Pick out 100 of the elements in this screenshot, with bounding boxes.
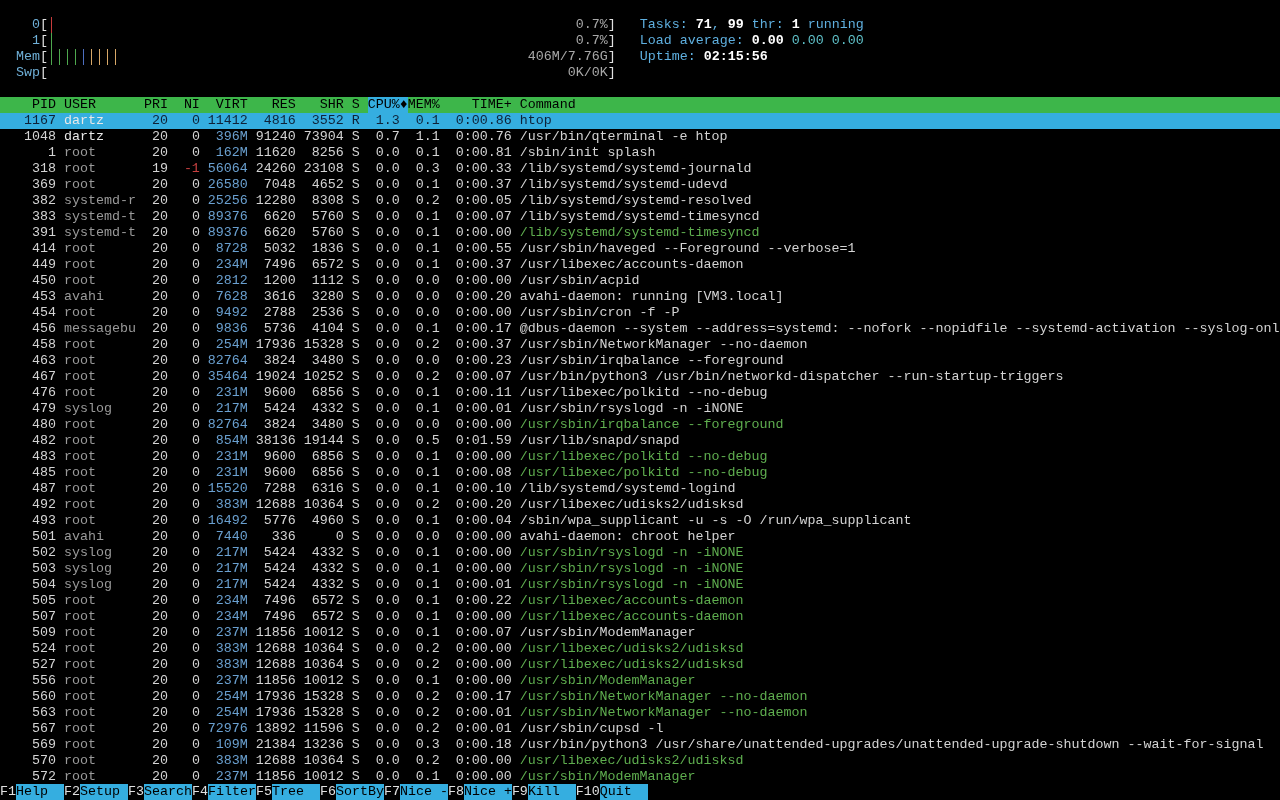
function-button[interactable]: SortBy: [335, 784, 384, 800]
table-cell-text: 20: [150, 721, 168, 737]
meter-bracket: ]: [607, 65, 616, 81]
process-row[interactable]: 487 root 20 0 15520 7288 6316 S 0.0 0.1 0:00.10 /lib/systemd/systemd-logind: [0, 481, 1280, 497]
table-cell-text: 20: [150, 545, 168, 561]
table-cell-text: 527: [31, 657, 56, 673]
process-row[interactable]: 569 root 20 0 109M 21384 13236 S 0.0 0.3 0:00.18 /usr/bin/python3 /usr/share/unattended-upgrades/unattended-upgrade-shutdown --wait-for-signal: [0, 737, 1280, 753]
table-cell: htop: [519, 113, 552, 129]
function-key: F1: [0, 784, 16, 800]
column-header[interactable]: PID: [0, 97, 56, 113]
process-row[interactable]: 454 root 20 0 9492 2788 2536 S 0.0 0.0 0:00.00 /usr/sbin/cron -f -P: [0, 305, 1280, 321]
function-button[interactable]: Help: [16, 784, 64, 800]
table-cell: 23108: [303, 161, 344, 177]
process-row[interactable]: 482 root 20 0 854M 38136 19144 S 0.0 0.5 0:01.59 /usr/lib/snapd/snapd: [0, 433, 1280, 449]
function-button[interactable]: Kill: [527, 784, 576, 800]
table-cell-text: root: [63, 433, 97, 449]
column-header[interactable]: VIRT: [207, 97, 248, 113]
table-cell-text: 237M: [214, 673, 248, 689]
process-row[interactable]: 485 root 20 0 231M 9600 6856 S 0.0 0.1 0:00.08 /usr/libexec/polkitd --no-debug: [0, 465, 1280, 481]
process-row[interactable]: 483 root 20 0 231M 9600 6856 S 0.0 0.1 0:00.00 /usr/libexec/polkitd --no-debug: [0, 449, 1280, 465]
column-header[interactable]: RES: [255, 97, 296, 113]
process-row[interactable]: 369 root 20 0 26580 7048 4652 S 0.0 0.1 0:00.37 /lib/systemd/systemd-udevd: [0, 177, 1280, 193]
table-cell-text: 0.1: [414, 513, 440, 529]
process-row[interactable]: 458 root 20 0 254M 17936 15328 S 0.0 0.2 0:00.37 /usr/sbin/NetworkManager --no-daemon: [0, 337, 1280, 353]
process-row[interactable]: 450 root 20 0 2812 1200 1112 S 0.0 0.0 0:00.00 /usr/sbin/acpid: [0, 273, 1280, 289]
process-row[interactable]: 503 syslog 20 0 217M 5424 4332 S 0.0 0.1 0:00.00 /usr/sbin/rsyslogd -n -iNONE: [0, 561, 1280, 577]
column-header[interactable]: S: [351, 97, 360, 113]
column-header[interactable]: TIME+: [447, 97, 512, 113]
table-cell-text: 0: [190, 257, 200, 273]
table-cell-text: 0: [190, 609, 200, 625]
table-cell-text: 4332: [310, 577, 344, 593]
process-row[interactable]: 480 root 20 0 82764 3824 3480 S 0.0 0.0 0:00.00 /usr/sbin/irqbalance --foreground: [0, 417, 1280, 433]
function-button[interactable]: Tree: [271, 784, 320, 800]
column-header[interactable]: USER: [63, 97, 136, 113]
column-header[interactable]: CPU%♦: [367, 97, 408, 113]
table-cell-text: 6856: [310, 465, 344, 481]
summary-label: Tasks:: [639, 17, 688, 33]
table-cell-text: 19: [150, 161, 168, 177]
selected-process-row[interactable]: 1167 dartz 20 0 11412 4816 3552 R 1.3 0.1 0:00.86 htop: [0, 113, 1280, 129]
process-row[interactable]: 493 root 20 0 16492 5776 4960 S 0.0 0.1 0:00.04 /sbin/wpa_supplicant -u -s -O /run/wpa_supplicant: [0, 513, 1280, 529]
process-row[interactable]: 318 root 19 -1 56064 24260 23108 S 0.0 0.3 0:00.33 /lib/systemd/systemd-journald: [0, 161, 1280, 177]
process-row[interactable]: 527 root 20 0 383M 12688 10364 S 0.0 0.2 0:00.00 /usr/libexec/udisks2/udisksd: [0, 657, 1280, 673]
function-button[interactable]: Nice +: [463, 784, 512, 800]
process-row[interactable]: 509 root 20 0 237M 11856 10012 S 0.0 0.1 0:00.07 /usr/sbin/ModemManager: [0, 625, 1280, 641]
table-cell-text: 0.0: [374, 449, 400, 465]
table-cell-text: 0.1: [414, 625, 440, 641]
table-cell-text: 217M: [214, 401, 248, 417]
table-cell: /usr/sbin/NetworkManager --no-daemon: [519, 689, 808, 705]
process-row[interactable]: 391 systemd-t 20 0 89376 6620 5760 S 0.0 0.1 0:00.00 /lib/systemd/systemd-timesyncd: [0, 225, 1280, 241]
process-row[interactable]: 567 root 20 0 72976 13892 11596 S 0.0 0.2 0:00.01 /usr/sbin/cupsd -l: [0, 721, 1280, 737]
process-row[interactable]: 507 root 20 0 234M 7496 6572 S 0.0 0.1 0:00.00 /usr/libexec/accounts-daemon: [0, 609, 1280, 625]
table-cell-text: 5424: [262, 545, 296, 561]
process-row[interactable]: 504 syslog 20 0 217M 5424 4332 S 0.0 0.1 0:00.01 /usr/sbin/rsyslogd -n -iNONE: [0, 577, 1280, 593]
process-row[interactable]: 563 root 20 0 254M 17936 15328 S 0.0 0.2 0:00.01 /usr/sbin/NetworkManager --no-daemon: [0, 705, 1280, 721]
process-row[interactable]: 456 messagebu 20 0 9836 5736 4104 S 0.0 0.1 0:00.17 @dbus-daemon --system --address=systemd: --nofork --nopidfile --systemd-activation --syslog-onl: [0, 321, 1280, 337]
process-row[interactable]: 414 root 20 0 8728 5032 1836 S 0.0 0.1 0:00.55 /usr/sbin/haveged --Foreground --verbose=1: [0, 241, 1280, 257]
process-row[interactable]: 1048 dartz 20 0 396M 91240 73904 S 0.7 1.1 0:00.76 /usr/bin/qterminal -e htop: [0, 129, 1280, 145]
table-cell-text: 20: [150, 369, 168, 385]
process-row[interactable]: 572 root 20 0 237M 11856 10012 S 0.0 0.1 0:00.00 /usr/sbin/ModemManager: [0, 769, 1280, 784]
summary-label: ,: [711, 17, 720, 33]
table-cell: S: [351, 609, 360, 625]
table-cell-text: 0: [190, 433, 200, 449]
process-row[interactable]: 382 systemd-r 20 0 25256 12280 8308 S 0.0 0.2 0:00.05 /lib/systemd/systemd-resolved: [0, 193, 1280, 209]
table-cell-text: 0.0: [374, 401, 400, 417]
table-cell: /usr/libexec/polkitd --no-debug: [519, 449, 768, 465]
process-row[interactable]: 1 root 20 0 162M 11620 8256 S 0.0 0.1 0:00.81 /sbin/init splash: [0, 145, 1280, 161]
table-cell: S: [351, 657, 360, 673]
process-row[interactable]: 501 avahi 20 0 7440 336 0 S 0.0 0.0 0:00.00 avahi-daemon: chroot helper: [0, 529, 1280, 545]
table-cell-text: 0:00.00: [454, 273, 512, 289]
process-row[interactable]: 453 avahi 20 0 7628 3616 3280 S 0.0 0.0 0:00.20 avahi-daemon: running [VM3.local]: [0, 289, 1280, 305]
process-row[interactable]: 463 root 20 0 82764 3824 3480 S 0.0 0.0 0:00.23 /usr/sbin/irqbalance --foreground: [0, 353, 1280, 369]
process-row[interactable]: 492 root 20 0 383M 12688 10364 S 0.0 0.2 0:00.20 /usr/libexec/udisks2/udisksd: [0, 497, 1280, 513]
function-button[interactable]: Search: [143, 784, 192, 800]
process-row[interactable]: 502 syslog 20 0 217M 5424 4332 S 0.0 0.1 0:00.00 /usr/sbin/rsyslogd -n -iNONE: [0, 545, 1280, 561]
table-cell-text: 1200: [262, 273, 296, 289]
column-header[interactable]: NI: [175, 97, 200, 113]
process-row[interactable]: 570 root 20 0 383M 12688 10364 S 0.0 0.2 0:00.00 /usr/libexec/udisks2/udisksd: [0, 753, 1280, 769]
process-row[interactable]: 505 root 20 0 234M 7496 6572 S 0.0 0.1 0:00.22 /usr/libexec/accounts-daemon: [0, 593, 1280, 609]
table-cell-text: root: [63, 737, 97, 753]
process-row[interactable]: 449 root 20 0 234M 7496 6572 S 0.0 0.1 0:00.37 /usr/libexec/accounts-daemon: [0, 257, 1280, 273]
process-row[interactable]: 524 root 20 0 383M 12688 10364 S 0.0 0.2 0:00.00 /usr/libexec/udisks2/udisksd: [0, 641, 1280, 657]
table-cell-text: 0: [190, 289, 200, 305]
column-header[interactable]: Command: [519, 97, 576, 113]
function-button[interactable]: Quit: [599, 784, 648, 800]
process-row[interactable]: 560 root 20 0 254M 17936 15328 S 0.0 0.2 0:00.17 /usr/sbin/NetworkManager --no-daemon: [0, 689, 1280, 705]
process-row[interactable]: 476 root 20 0 231M 9600 6856 S 0.0 0.1 0:00.11 /usr/libexec/polkitd --no-debug: [0, 385, 1280, 401]
table-cell-text: 109M: [214, 737, 248, 753]
function-button[interactable]: Nice -: [399, 784, 448, 800]
column-header[interactable]: MEM%: [407, 97, 440, 113]
column-header[interactable]: SHR: [303, 97, 344, 113]
process-row[interactable]: 467 root 20 0 35464 19024 10252 S 0.0 0.2 0:00.07 /usr/bin/python3 /usr/bin/networkd-dispatcher --run-startup-triggers: [0, 369, 1280, 385]
table-cell-text: 20: [150, 481, 168, 497]
function-button[interactable]: Setup: [80, 784, 128, 800]
table-cell: 10364: [303, 641, 344, 657]
process-row[interactable]: 479 syslog 20 0 217M 5424 4332 S 0.0 0.1 0:00.01 /usr/sbin/rsyslogd -n -iNONE: [0, 401, 1280, 417]
process-row[interactable]: 383 systemd-t 20 0 89376 6620 5760 S 0.0 0.1 0:00.07 /lib/systemd/systemd-timesyncd: [0, 209, 1280, 225]
process-row[interactable]: 556 root 20 0 237M 11856 10012 S 0.0 0.1 0:00.00 /usr/sbin/ModemManager: [0, 673, 1280, 689]
table-cell-text: 0:00.37: [454, 337, 512, 353]
table-cell: /sbin/wpa_supplicant -u -s -O /run/wpa_supplicant: [519, 513, 912, 529]
column-header[interactable]: PRI: [143, 97, 168, 113]
